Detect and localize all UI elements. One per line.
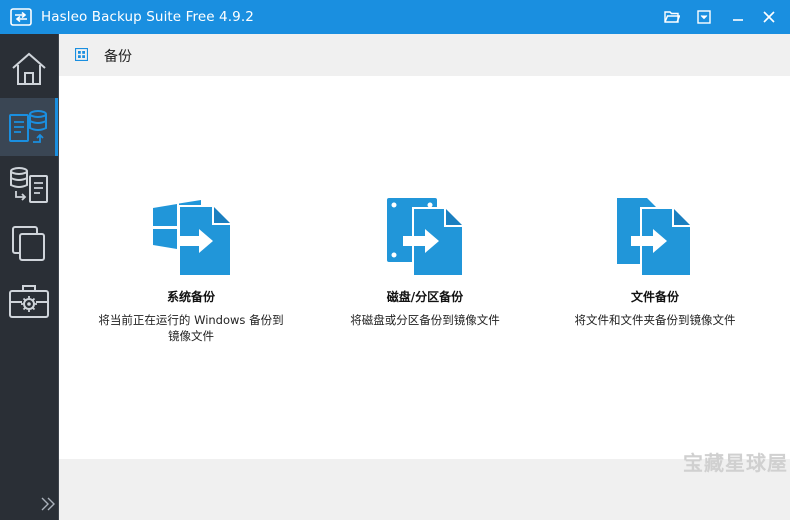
restore-icon <box>10 167 48 203</box>
menu-button[interactable] <box>692 5 716 29</box>
sidebar-item-tools[interactable] <box>0 272 58 330</box>
backup-icon <box>8 110 47 143</box>
close-icon <box>763 11 775 23</box>
files-to-file-icon <box>617 198 692 276</box>
sidebar-item-restore[interactable] <box>0 156 58 214</box>
sidebar-item-backup[interactable] <box>0 98 58 156</box>
disk-to-file-icon <box>387 198 464 276</box>
folder-open-icon <box>664 11 680 23</box>
option-title: 文件备份 <box>630 290 679 304</box>
watermark-text: 宝藏星球屋 <box>683 451 788 475</box>
open-folder-button[interactable] <box>660 5 684 29</box>
double-chevron-right-icon[interactable] <box>40 496 56 512</box>
page-title: 备份 <box>104 49 132 65</box>
footer-area <box>59 459 790 520</box>
option-description-line: 将磁盘或分区备份到镜像文件 <box>350 313 500 327</box>
option-description-line: 将文件和文件夹备份到镜像文件 <box>574 313 736 327</box>
app-logo-icon <box>10 8 32 26</box>
grid-icon <box>75 48 88 61</box>
option-description: 将文件和文件夹备份到镜像文件 <box>535 312 775 328</box>
home-icon <box>12 52 46 85</box>
system-backup-option[interactable]: 系统备份 将当前正在运行的 Windows 备份到 镜像文件 <box>71 196 311 344</box>
window-title: Hasleo Backup Suite Free 4.9.2 <box>41 9 254 25</box>
windows-to-file-icon <box>153 200 231 276</box>
option-description: 将当前正在运行的 Windows 备份到 镜像文件 <box>71 312 311 344</box>
clone-icon <box>12 226 45 261</box>
title-bar: Hasleo Backup Suite Free 4.9.2 <box>0 0 790 34</box>
dropdown-menu-icon <box>697 10 711 24</box>
option-description-line: 镜像文件 <box>168 329 214 343</box>
option-title: 系统备份 <box>166 290 215 304</box>
close-button[interactable] <box>757 5 781 29</box>
backup-options-panel: 系统备份 将当前正在运行的 Windows 备份到 镜像文件 磁盘/分区备份 将… <box>59 76 790 459</box>
option-title: 磁盘/分区备份 <box>386 290 464 304</box>
minimize-button[interactable] <box>726 5 750 29</box>
option-description: 将磁盘或分区备份到镜像文件 <box>305 312 545 328</box>
minimize-icon <box>733 19 743 21</box>
sidebar <box>0 34 59 520</box>
option-description-line: 将当前正在运行的 Windows 备份到 <box>98 313 284 327</box>
toolbox-icon <box>9 285 49 318</box>
sidebar-item-clone[interactable] <box>0 214 58 272</box>
sidebar-item-home[interactable] <box>0 40 58 98</box>
disk-partition-backup-option[interactable]: 磁盘/分区备份 将磁盘或分区备份到镜像文件 <box>305 196 545 328</box>
page-header: 备份 <box>59 34 790 76</box>
file-backup-option[interactable]: 文件备份 将文件和文件夹备份到镜像文件 <box>535 196 775 328</box>
